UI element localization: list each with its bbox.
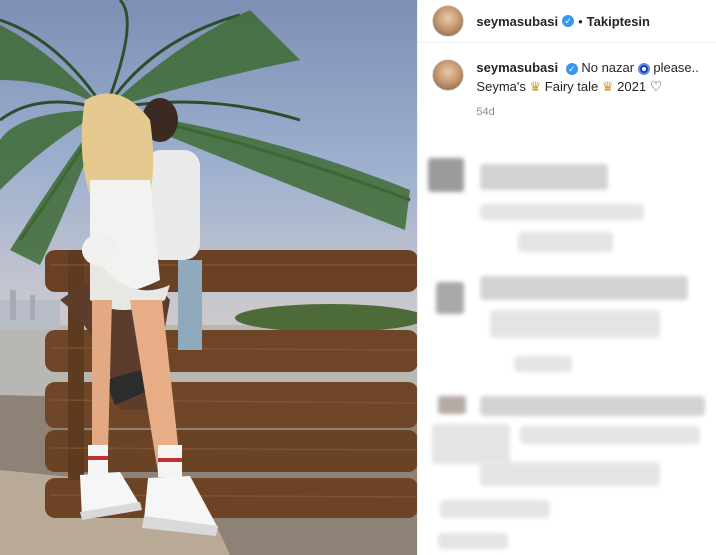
follow-status-button[interactable]: Takiptesin (587, 14, 650, 29)
comment-line-blurred (520, 426, 701, 444)
comment-text-blurred (480, 276, 689, 300)
post-sidebar: seymasubasi ✓ • Takiptesin seymasubasi ✓… (417, 0, 716, 555)
caption-line2-c: 2021 (617, 79, 647, 94)
caption-text: seymasubasi ✓ No nazar please.. Seyma's … (476, 59, 698, 96)
comment-avatar-blurred (438, 396, 467, 414)
caption-line1-a: No nazar (581, 60, 635, 75)
comment-text-blurred (480, 396, 706, 416)
handbag (82, 234, 118, 266)
caption-line2-a: Seyma's (476, 79, 526, 94)
nazar-eye-icon (637, 62, 650, 75)
post-header: seymasubasi ✓ • Takiptesin (418, 0, 716, 43)
post-photo[interactable] (0, 0, 418, 555)
crown-icon: ♛ (529, 79, 542, 94)
princess-icon: ♛ (601, 79, 614, 94)
post-timestamp[interactable]: 54d (476, 106, 716, 118)
comment-line-blurred (518, 232, 614, 252)
caption: seymasubasi ✓ No nazar please.. Seyma's … (418, 43, 716, 96)
comment-line-blurred (480, 462, 661, 486)
caption-line1-b: please.. (653, 60, 699, 75)
comment-line-blurred (432, 424, 511, 464)
comment-line-blurred (438, 533, 509, 549)
comment-text-blurred (480, 164, 609, 190)
comment-line-blurred (514, 356, 573, 372)
avatar[interactable] (432, 5, 465, 37)
heart-icon: ♡ (649, 78, 663, 94)
instagram-post: seymasubasi ✓ • Takiptesin seymasubasi ✓… (0, 0, 716, 555)
caption-line2-b: Fairy tale (544, 79, 599, 94)
distant-trees (235, 304, 418, 332)
verified-badge-icon: ✓ (562, 15, 575, 27)
separator-dot: • (578, 13, 583, 29)
caption-username[interactable]: seymasubasi (476, 60, 558, 75)
comment-line-blurred (490, 310, 661, 338)
comment-avatar-blurred (436, 282, 465, 314)
comment-line-blurred (480, 204, 645, 220)
photo-scene (0, 0, 418, 555)
caption-verified-badge-icon: ✓ (565, 62, 578, 75)
comment-avatar-blurred (428, 158, 465, 192)
header-username[interactable]: seymasubasi (476, 14, 558, 29)
comment-line-blurred (440, 500, 551, 518)
caption-avatar[interactable] (432, 59, 465, 91)
